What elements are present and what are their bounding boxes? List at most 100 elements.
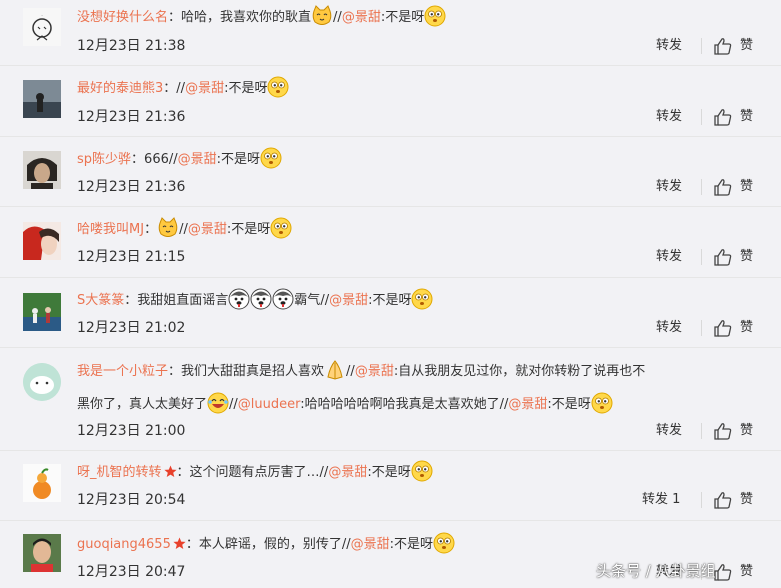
like-button[interactable]: 赞	[740, 422, 753, 440]
comment-text: 哈喽我叫MJ： //@景甜:不是呀	[77, 217, 292, 240]
mention-link[interactable]: @景甜	[342, 10, 381, 25]
repost-slash: //	[168, 152, 178, 167]
dazed-emoji-icon	[411, 288, 433, 310]
thumbs-up-icon[interactable]	[714, 422, 732, 440]
comment-text: sp陈少骅：666//@景甜:不是呀	[77, 147, 282, 170]
mention-link[interactable]: @景甜	[355, 364, 394, 379]
repost-button[interactable]: 转发	[656, 178, 682, 196]
avatar[interactable]	[23, 363, 61, 401]
mention-link[interactable]: @景甜	[178, 152, 217, 167]
divider	[701, 249, 702, 265]
comment-username[interactable]: S大篆篆	[77, 293, 124, 308]
avatar[interactable]	[23, 151, 61, 189]
thumbs-up-icon[interactable]	[714, 563, 732, 581]
dazed-emoji-icon	[411, 460, 433, 482]
comment-username[interactable]: 最好的泰迪熊3	[77, 81, 163, 96]
separator: ：	[144, 222, 158, 237]
comment-text: 呀_机智的转转 ：这个问题有点厉害了…//@景甜:不是呀	[77, 460, 433, 483]
separator: ：	[168, 10, 182, 25]
husky-emoji-icon	[250, 288, 273, 310]
comment-username[interactable]: 呀_机智的转转	[77, 465, 162, 480]
avatar[interactable]	[23, 464, 61, 502]
comment-body: 霸气	[294, 293, 321, 308]
comment-body: 666	[144, 152, 169, 167]
comment-body: 我们大甜甜真是招人喜欢	[181, 364, 325, 379]
comment-text: 最好的泰迪熊3：//@景甜:不是呀	[77, 76, 289, 99]
comment-username[interactable]: 我是一个小粒子	[77, 364, 168, 379]
comment-time: 12月23日 21:36	[77, 179, 186, 195]
repost-button[interactable]: 转发 1	[642, 491, 680, 509]
repost-button[interactable]: 转发	[656, 319, 682, 337]
avatar[interactable]	[23, 293, 61, 331]
mention-link[interactable]: @景甜	[508, 397, 547, 412]
comment-time: 12月23日 21:02	[77, 320, 186, 336]
like-button[interactable]: 赞	[740, 248, 753, 266]
comment-quote: :不是呀	[547, 397, 591, 412]
comment-quote: :不是呀	[389, 537, 434, 552]
repost-slash: //	[333, 10, 342, 25]
repost-button[interactable]: 转发	[656, 248, 682, 266]
divider	[0, 136, 781, 137]
dazed-emoji-icon	[267, 76, 289, 98]
repost-slash: //	[176, 81, 186, 96]
like-button[interactable]: 赞	[740, 108, 753, 126]
thumbs-up-icon[interactable]	[714, 248, 732, 266]
divider	[0, 206, 781, 207]
repost-slash: //	[320, 293, 330, 308]
comment-text: 我是一个小粒子：我们大甜甜真是招人喜欢 //@景甜:自从我朋友见过你，就对你转粉了…	[77, 359, 645, 382]
repost-slash: //	[179, 222, 188, 237]
thumbs-up-icon[interactable]	[714, 108, 732, 126]
comment-quote: :不是呀	[216, 152, 261, 167]
husky-emoji-icon	[228, 288, 251, 310]
comment-username[interactable]: 哈喽我叫MJ	[77, 222, 144, 237]
divider	[0, 65, 781, 66]
thumbs-up-icon[interactable]	[714, 178, 732, 196]
comment-time: 12月23日 21:38	[77, 38, 186, 54]
comment-quote: :自从我朋友见过你，就对你转粉了说再也不	[393, 364, 646, 379]
mention-link[interactable]: @luudeer	[238, 397, 300, 412]
like-button[interactable]: 赞	[740, 37, 753, 55]
comment-username[interactable]: guoqiang4655	[77, 537, 171, 552]
divider	[0, 277, 781, 278]
thumbs-up-icon[interactable]	[714, 319, 732, 337]
divider	[0, 450, 781, 451]
avatar[interactable]	[23, 80, 61, 118]
divider	[0, 347, 781, 348]
avatar[interactable]	[23, 534, 61, 572]
mention-link[interactable]: @景甜	[351, 537, 390, 552]
repost-slash: //	[229, 397, 238, 412]
comment-body: 黑你了，真人太美好了	[77, 397, 208, 412]
divider	[701, 492, 702, 508]
repost-button[interactable]: 转发	[656, 37, 682, 55]
comment-quote: :不是呀	[367, 465, 411, 480]
avatar[interactable]	[23, 222, 61, 260]
separator: ：	[168, 364, 182, 379]
like-button[interactable]: 赞	[740, 178, 753, 196]
like-button[interactable]: 赞	[740, 563, 753, 581]
husky-emoji-icon	[272, 288, 295, 310]
separator: ：	[131, 152, 145, 167]
mention-link[interactable]: @景甜	[188, 222, 227, 237]
comment-quote: :不是呀	[226, 222, 271, 237]
comment-username[interactable]: 没想好换什么名	[77, 10, 168, 25]
thumbs-up-icon[interactable]	[714, 37, 732, 55]
separator: ：	[176, 465, 190, 480]
comment-time: 12月23日 21:00	[77, 423, 186, 439]
comment-username[interactable]: sp陈少骅	[77, 152, 131, 167]
mention-link[interactable]: @景甜	[185, 81, 224, 96]
divider	[701, 179, 702, 195]
thumbs-up-icon[interactable]	[714, 491, 732, 509]
comment-body: 哈哈，我喜欢你的耿直	[181, 10, 312, 25]
avatar[interactable]: .	[23, 8, 61, 46]
repost-button[interactable]: 转发	[656, 422, 682, 440]
comment-text-line2: 黑你了，真人太美好了//@luudeer:哈哈哈哈哈啊哈我真是太喜欢她了//@景…	[77, 392, 613, 415]
divider	[701, 109, 702, 125]
like-button[interactable]: 赞	[740, 319, 753, 337]
repost-button[interactable]: 转发	[656, 108, 682, 126]
like-button[interactable]: 赞	[740, 491, 753, 509]
mention-link[interactable]: @景甜	[328, 465, 367, 480]
cat-emoji-icon	[312, 5, 332, 25]
watermark: 头条号 / 八卦景组	[596, 562, 716, 580]
mention-link[interactable]: @景甜	[329, 293, 368, 308]
comment-text: 没想好换什么名：哈哈，我喜欢你的耿直 //@景甜:不是呀	[77, 5, 446, 28]
